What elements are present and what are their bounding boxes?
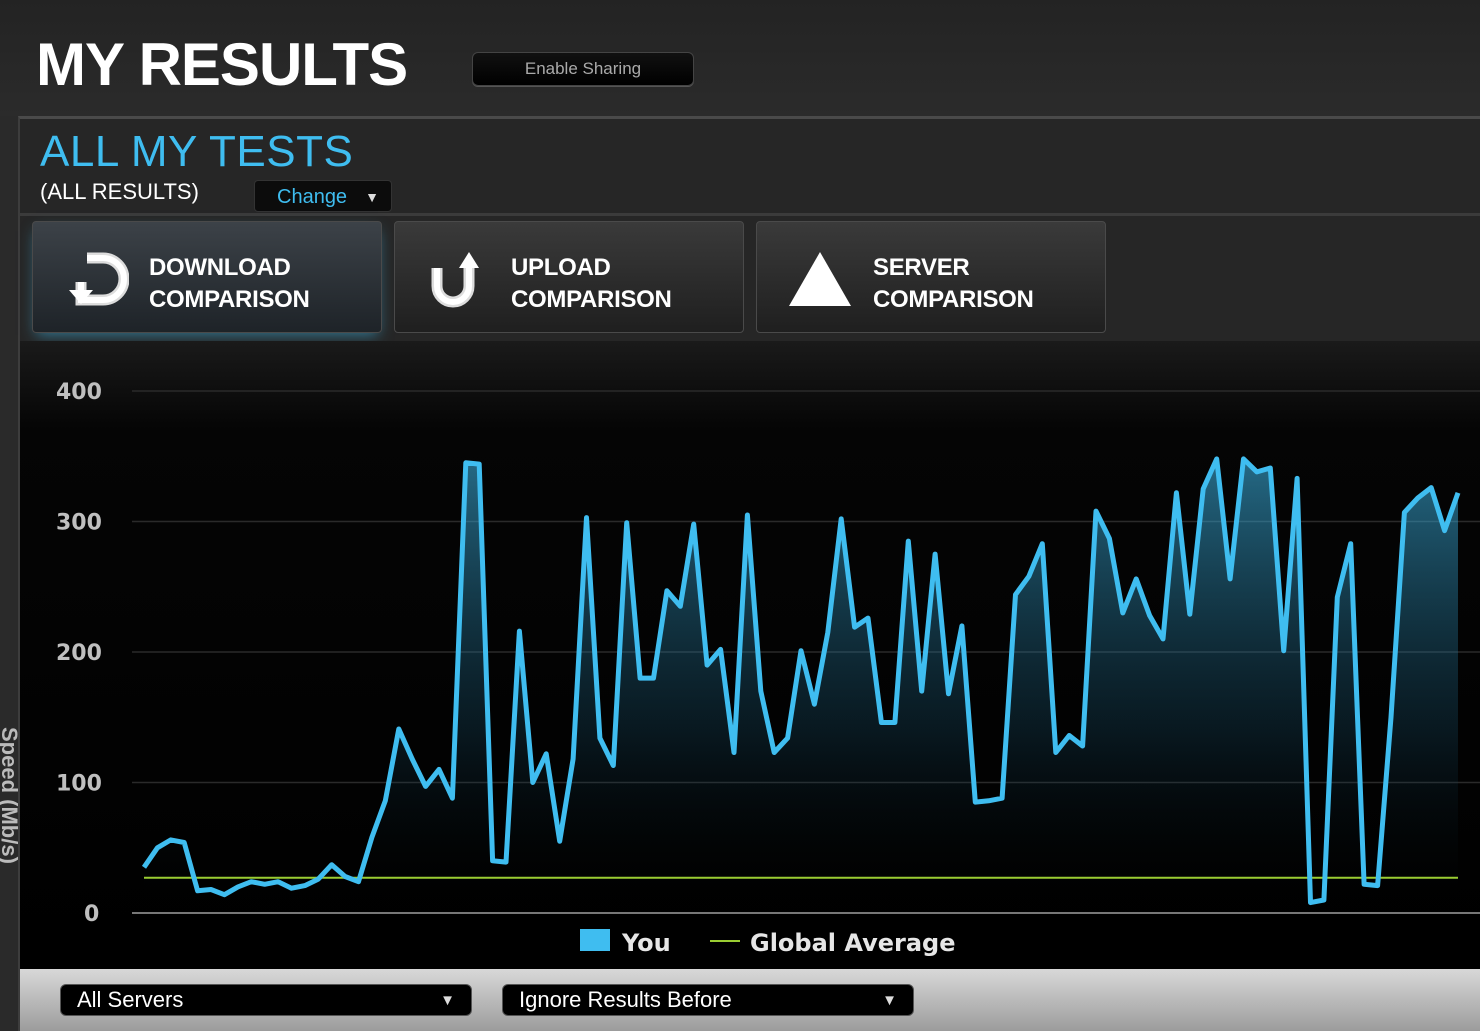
y-tick-label: 200 (56, 641, 102, 666)
triangle-icon (789, 252, 851, 306)
y-tick-label: 100 (56, 772, 102, 797)
divider (20, 213, 1480, 216)
servers-select[interactable]: All Servers ▼ (60, 984, 472, 1016)
tab-label-line1: DOWNLOAD (149, 254, 291, 281)
tab-label: DOWNLOAD COMPARISON (149, 252, 310, 316)
download-icon (69, 252, 129, 306)
legend-global-average-label: Global Average (750, 929, 956, 957)
upload-icon (431, 252, 479, 308)
dropdown-arrow-icon: ▼ (365, 189, 379, 205)
change-label: Change (277, 186, 348, 208)
speed-chart: 0 100 200 300 400 You Global Average (56, 380, 1480, 957)
change-dropdown[interactable]: Change ▼ (254, 180, 392, 212)
chevron-down-icon: ▼ (882, 992, 897, 1009)
ignore-select-value: Ignore Results Before (519, 987, 732, 1012)
legend: You Global Average (580, 929, 956, 957)
page-title: MY RESULTS (36, 31, 408, 98)
enable-sharing-button[interactable]: Enable Sharing (472, 52, 694, 86)
tests-subtitle: (ALL RESULTS) (40, 179, 199, 204)
results-panel: ALL MY TESTS (ALL RESULTS) Change ▼ DOWN… (0, 116, 1480, 1031)
legend-you-label: You (621, 929, 671, 957)
tab-server-comparison[interactable]: SERVER COMPARISON (756, 221, 1106, 333)
tab-label-line1: SERVER (873, 254, 970, 281)
tab-label-line1: UPLOAD (511, 254, 611, 281)
top-bar: MY RESULTS Enable Sharing (0, 0, 1480, 116)
chevron-down-icon: ▼ (440, 992, 455, 1009)
y-tick-label: 300 (56, 511, 102, 536)
tab-download-comparison[interactable]: DOWNLOAD COMPARISON (32, 221, 382, 333)
tests-header: ALL MY TESTS (ALL RESULTS) Change ▼ (40, 127, 392, 212)
y-tick-label: 400 (56, 380, 102, 405)
servers-select-value: All Servers (77, 987, 184, 1012)
tab-label-line2: COMPARISON (149, 286, 310, 313)
you-area (144, 458, 1458, 913)
y-tick-label: 0 (84, 902, 99, 927)
ignore-results-select[interactable]: Ignore Results Before ▼ (502, 984, 914, 1016)
tab-label-line2: COMPARISON (873, 286, 1034, 313)
filter-bar: All Servers ▼ Ignore Results Before ▼ (20, 969, 1480, 1031)
y-axis-label: Speed (Mb/s) (0, 727, 22, 864)
tests-title: ALL MY TESTS (40, 127, 354, 176)
legend-you-swatch (580, 929, 610, 951)
tab-label: SERVER COMPARISON (873, 252, 1034, 316)
tab-label: UPLOAD COMPARISON (511, 252, 672, 316)
tab-upload-comparison[interactable]: UPLOAD COMPARISON (394, 221, 744, 333)
chart-area: Speed (Mb/s) 0 100 200 300 400 You Global Av… (0, 341, 1480, 969)
tab-label-line2: COMPARISON (511, 286, 672, 313)
